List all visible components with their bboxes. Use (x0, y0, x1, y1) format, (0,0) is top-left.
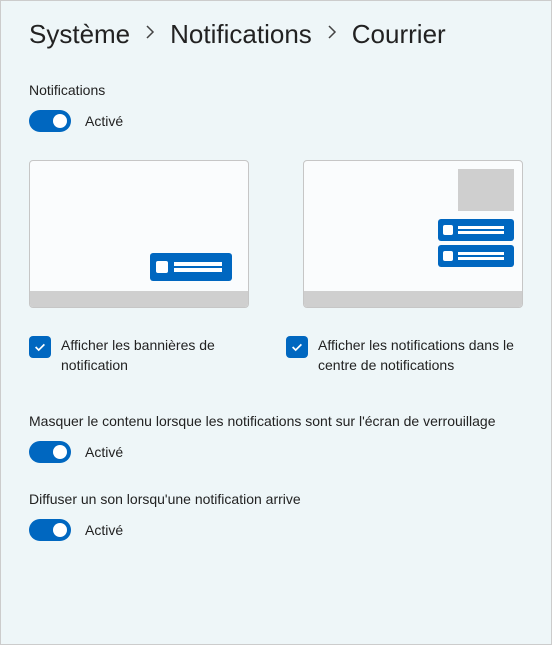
notifications-toggle-state: Activé (85, 113, 123, 129)
checkbox-row: Afficher les bannières de notification A… (29, 336, 523, 375)
preview-row (29, 160, 523, 308)
breadcrumb-notifications[interactable]: Notifications (170, 19, 312, 50)
preview-taskbar (30, 291, 248, 307)
checkbox-center-label: Afficher les notifications dans le centr… (318, 336, 523, 375)
banner-notification-icon (150, 253, 232, 281)
checkbox-center[interactable] (286, 336, 308, 358)
preview-taskbar (304, 291, 522, 307)
hide-content-toggle-state: Activé (85, 444, 123, 460)
play-sound-setting: Diffuser un son lorsqu'une notification … (29, 491, 523, 541)
hide-content-setting: Masquer le contenu lorsque les notificat… (29, 413, 523, 463)
chevron-right-icon (326, 24, 338, 45)
notifications-toggle[interactable] (29, 110, 71, 132)
chevron-right-icon (144, 24, 156, 45)
play-sound-toggle-row: Activé (29, 519, 523, 541)
hide-content-label: Masquer le contenu lorsque les notificat… (29, 413, 523, 429)
hide-content-toggle[interactable] (29, 441, 71, 463)
preview-notification-center[interactable] (303, 160, 523, 308)
preview-banner[interactable] (29, 160, 249, 308)
preview-window-icon (458, 169, 514, 211)
notifications-label: Notifications (29, 82, 523, 98)
center-notification-icon (438, 219, 514, 241)
center-notification-icon (438, 245, 514, 267)
breadcrumb-system[interactable]: Système (29, 19, 130, 50)
hide-content-toggle-row: Activé (29, 441, 523, 463)
play-sound-toggle[interactable] (29, 519, 71, 541)
play-sound-label: Diffuser un son lorsqu'une notification … (29, 491, 523, 507)
play-sound-toggle-state: Activé (85, 522, 123, 538)
breadcrumb: Système Notifications Courrier (29, 19, 523, 50)
check-icon (290, 340, 304, 354)
breadcrumb-courrier: Courrier (352, 19, 446, 50)
checkbox-banners-label: Afficher les bannières de notification (61, 336, 266, 375)
checkbox-center-item: Afficher les notifications dans le centr… (286, 336, 523, 375)
notifications-toggle-row: Activé (29, 110, 523, 132)
checkbox-banners-item: Afficher les bannières de notification (29, 336, 266, 375)
checkbox-banners[interactable] (29, 336, 51, 358)
check-icon (33, 340, 47, 354)
